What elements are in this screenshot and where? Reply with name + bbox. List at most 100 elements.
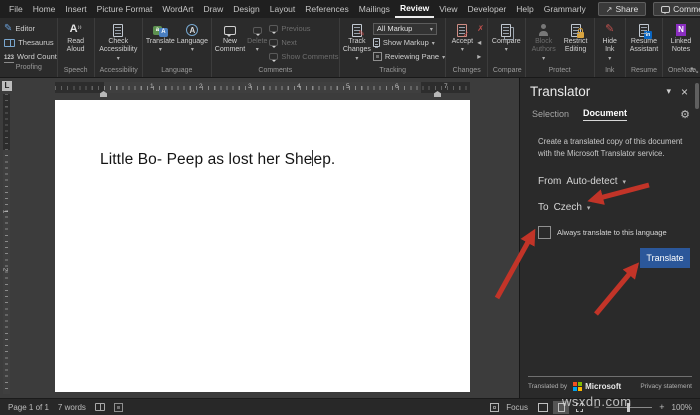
tab-view[interactable]: View [434, 0, 462, 18]
language-icon [186, 22, 199, 38]
vertical-ruler[interactable]: 1 2 [1, 94, 10, 394]
comments-button[interactable]: Comments [653, 2, 700, 16]
to-language-dropdown-icon[interactable] [587, 202, 591, 213]
resume-group-label: Resume [630, 67, 658, 74]
new-comment-icon [223, 22, 236, 38]
tab-references[interactable]: References [300, 0, 353, 18]
to-language-value[interactable]: Czech [554, 202, 582, 213]
ruler-number: 6 [395, 83, 399, 90]
ruler-number: 2 [1, 267, 9, 272]
delete-comment-button[interactable]: Delete [247, 20, 267, 55]
new-comment-button[interactable]: New Comment [215, 20, 245, 55]
reviewing-pane-label: Reviewing Pane [384, 52, 440, 61]
from-language-dropdown-icon[interactable] [623, 176, 627, 187]
document-page[interactable]: Little Bo- Peep as lost her Sheep. [55, 100, 470, 392]
hide-ink-button[interactable]: Hide Ink [598, 20, 622, 63]
ruler-number: 2 [199, 83, 203, 90]
show-comments-icon [269, 53, 279, 62]
tab-grammarly[interactable]: Grammarly [539, 0, 591, 18]
accessibility-status-icon[interactable] [113, 402, 123, 412]
privacy-statement-link[interactable]: Privacy statement [640, 383, 692, 390]
resume-assistant-icon: in [638, 22, 652, 39]
block-authors-button[interactable]: Block Authors [529, 20, 559, 63]
tab-insert[interactable]: Insert [60, 0, 91, 18]
next-comment-button[interactable]: Next [269, 36, 338, 49]
document-workspace: L 1 2 3 4 5 6 7 1 2 Little Bo- Peep as l… [0, 78, 700, 398]
word-count-indicator[interactable]: 7 words [58, 403, 86, 412]
tab-file[interactable]: File [4, 0, 28, 18]
dropdown-caret-icon [191, 46, 194, 54]
always-translate-checkbox[interactable] [538, 225, 551, 239]
tab-picture-format[interactable]: Picture Format [92, 0, 158, 18]
show-comments-button[interactable]: Show Comments [269, 50, 338, 63]
thesaurus-button[interactable]: Thesaurus [4, 36, 54, 49]
read-aloud-button[interactable]: A Read Aloud [61, 20, 91, 55]
check-accessibility-icon [113, 22, 124, 38]
document-text[interactable]: Little Bo- Peep as lost her Sheep. [100, 150, 335, 169]
tab-layout[interactable]: Layout [265, 0, 301, 18]
thesaurus-icon [4, 38, 16, 47]
translator-pane: Translator Selection Document Create a t… [519, 78, 700, 398]
editor-button[interactable]: Editor [4, 22, 54, 35]
share-button[interactable]: ↗ Share [597, 2, 647, 16]
ink-group-label: Ink [605, 67, 615, 74]
previous-change-button[interactable] [477, 36, 484, 49]
tab-design[interactable]: Design [228, 0, 264, 18]
track-changes-button[interactable]: Track Changes [343, 20, 371, 63]
resume-assistant-button[interactable]: in Resume Assistant [629, 20, 659, 55]
zoom-level-indicator[interactable]: 100% [672, 403, 692, 412]
to-language-row: To Czech [538, 202, 690, 213]
tab-developer[interactable]: Developer [463, 0, 512, 18]
language-group-label: Language [161, 67, 193, 74]
focus-label[interactable]: Focus [506, 403, 528, 412]
tab-review[interactable]: Review [394, 0, 435, 18]
page-number-indicator[interactable]: Page 1 of 1 [8, 403, 49, 412]
from-language-row: From Auto-detect [538, 176, 690, 187]
translate-menu-button[interactable]: aA Translate [146, 20, 175, 55]
restrict-editing-label: Restrict Editing [563, 38, 588, 54]
previous-comment-button[interactable]: Previous [269, 22, 338, 35]
dropdown-caret-icon [542, 55, 545, 63]
translator-settings-gear-icon[interactable] [680, 108, 690, 121]
text-after-cursor: ep. [313, 151, 336, 168]
tab-stop-selector[interactable]: L [2, 81, 12, 91]
tab-help[interactable]: Help [511, 0, 538, 18]
translate-menu-label: Translate [145, 38, 175, 45]
display-for-review-select[interactable]: All Markup [372, 22, 445, 35]
to-label: To [538, 201, 549, 213]
language-label: Language [176, 38, 208, 45]
tab-draw[interactable]: Draw [198, 0, 228, 18]
next-comment-label: Next [281, 38, 297, 47]
accept-button[interactable]: Accept [449, 20, 475, 55]
reject-change-button[interactable] [477, 22, 484, 35]
compare-button[interactable]: Compare [491, 20, 522, 55]
linked-notes-button[interactable]: N Linked Notes [666, 20, 696, 55]
reviewing-pane-button[interactable]: Reviewing Pane [372, 50, 445, 63]
language-button[interactable]: Language [177, 20, 208, 55]
zoom-in-button[interactable] [659, 402, 664, 412]
check-accessibility-button[interactable]: Check Accessibility [98, 20, 139, 63]
read-mode-view-button[interactable] [535, 401, 551, 414]
dropdown-caret-icon [256, 46, 259, 54]
show-markup-button[interactable]: Show Markup [372, 36, 445, 49]
collapse-ribbon-icon[interactable] [689, 65, 695, 74]
next-change-button[interactable] [477, 50, 484, 63]
pane-close-icon[interactable] [679, 85, 690, 99]
spellcheck-status-icon[interactable] [94, 403, 105, 411]
word-count-button[interactable]: Word Count [4, 50, 57, 63]
tab-mailings[interactable]: Mailings [354, 0, 395, 18]
group-language: aA Translate Language Language [143, 18, 212, 77]
track-changes-icon [351, 22, 362, 38]
tab-home[interactable]: Home [28, 0, 61, 18]
previous-comment-label: Previous [281, 24, 311, 33]
tab-wordart[interactable]: WordArt [157, 0, 198, 18]
pane-options-caret-icon[interactable] [658, 86, 679, 97]
pane-scrollbar[interactable] [695, 83, 699, 109]
restrict-editing-button[interactable]: Restrict Editing [561, 20, 591, 55]
tab-document[interactable]: Document [583, 108, 628, 121]
translate-button[interactable]: Translate [640, 247, 690, 268]
from-language-value[interactable]: Auto-detect [566, 176, 617, 187]
pane-title: Translator [530, 84, 591, 99]
tab-selection[interactable]: Selection [532, 109, 569, 121]
horizontal-ruler[interactable]: 1 2 3 4 5 6 7 [55, 82, 470, 93]
